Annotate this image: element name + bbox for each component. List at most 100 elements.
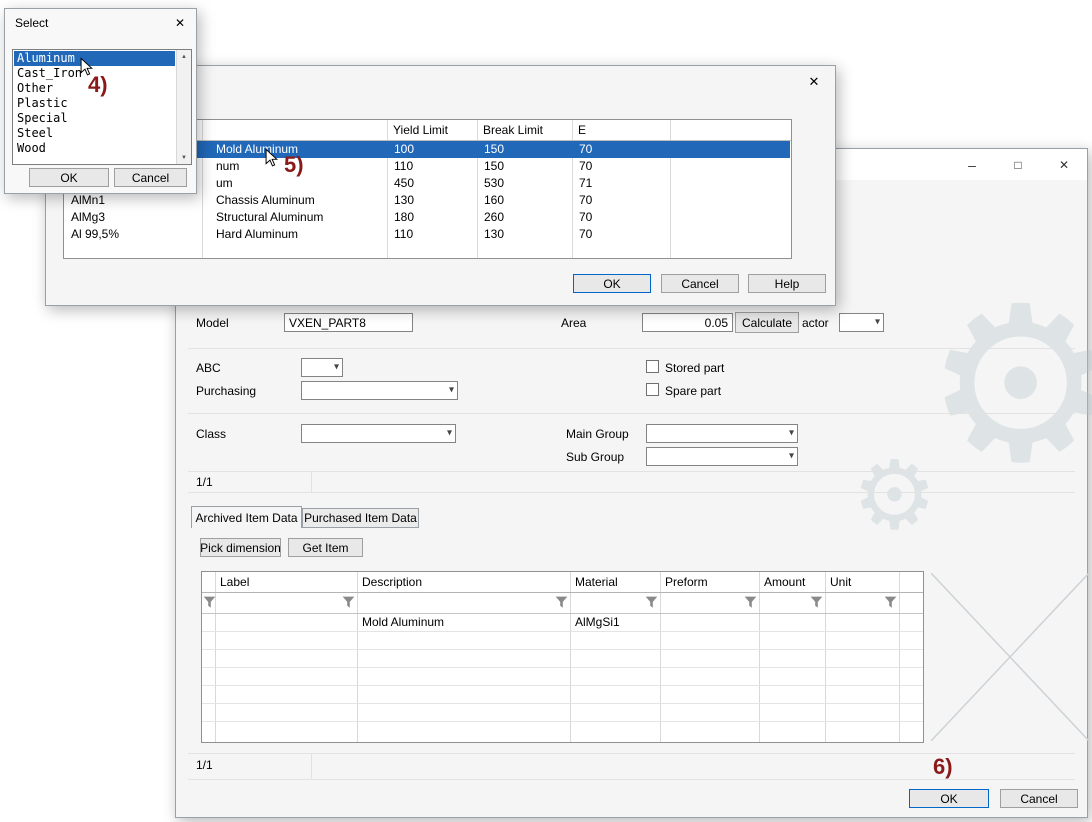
tab-label: Purchased Item Data	[304, 511, 417, 525]
step-5-annotation: 5)	[284, 152, 304, 178]
stored-part-checkbox[interactable]	[646, 360, 659, 373]
chevron-down-icon: ▾	[334, 362, 339, 372]
cell-description: Chassis Aluminum	[216, 193, 315, 207]
cell-description: Hard Aluminum	[216, 227, 298, 241]
filter-icon[interactable]	[884, 596, 897, 609]
filter-icon[interactable]	[645, 596, 658, 609]
close-button[interactable]: ✕	[1041, 149, 1087, 180]
abc-combobox[interactable]: ▾	[301, 358, 343, 377]
filter-icon[interactable]	[744, 596, 757, 609]
tab-purchased-item-data[interactable]: Purchased Item Data	[302, 508, 419, 528]
filter-icon[interactable]	[342, 596, 355, 609]
grid-cell-description: Mold Aluminum	[362, 615, 444, 629]
gear-watermark-small-icon: ⚙	[852, 449, 937, 544]
list-item[interactable]: Plastic	[14, 96, 175, 111]
main-group-combobox[interactable]: ▾	[646, 424, 798, 443]
select-dialog: Select ✕ Aluminum Cast_Iron Other Plasti…	[4, 8, 197, 194]
grid-header-label[interactable]: Label	[220, 575, 249, 589]
cell-e: 71	[579, 176, 592, 190]
filter-icon[interactable]	[555, 596, 568, 609]
factor-combobox[interactable]: ▾	[839, 313, 884, 332]
cell-break: 130	[484, 227, 504, 241]
material-cancel-button[interactable]: Cancel	[661, 274, 739, 293]
list-item[interactable]: Wood	[14, 141, 175, 156]
cell-yield: 450	[394, 176, 414, 190]
filter-icon[interactable]	[810, 596, 823, 609]
spare-part-checkbox[interactable]	[646, 383, 659, 396]
filter-icon[interactable]	[203, 596, 216, 609]
grid-line	[202, 703, 923, 704]
maximize-icon: □	[1014, 158, 1021, 172]
grid-header-material[interactable]: Material	[575, 575, 618, 589]
grid-header-unit[interactable]: Unit	[830, 575, 851, 589]
cell-yield: 100	[394, 142, 414, 156]
header-e[interactable]: E	[578, 123, 586, 137]
calculate-button[interactable]: Calculate	[735, 312, 799, 333]
pick-dimension-button[interactable]: Pick dimension	[200, 538, 281, 557]
list-item[interactable]: Special	[14, 111, 175, 126]
grid-cell-material: AlMgSi1	[575, 615, 620, 629]
cell-code: AlMg3	[71, 210, 105, 224]
material-row[interactable]: AlMn1 Chassis Aluminum 130 160 70	[65, 192, 790, 209]
grid-row[interactable]: Mold Aluminum AlMgSi1	[202, 613, 923, 631]
class-label: Class	[196, 427, 226, 441]
factor-label: actor	[802, 316, 829, 330]
grid-header-preform[interactable]: Preform	[665, 575, 708, 589]
minimize-button[interactable]: –	[949, 149, 995, 180]
get-item-button[interactable]: Get Item	[288, 538, 363, 557]
chevron-down-icon: ▾	[789, 451, 794, 461]
grid-line	[202, 721, 923, 722]
page-indicator-bottom: 1/1	[196, 758, 213, 772]
select-ok-button[interactable]: OK	[29, 168, 109, 187]
model-label: Model	[196, 316, 229, 330]
gear-watermark-icon: ⚙	[924, 277, 1092, 492]
model-input[interactable]	[284, 313, 413, 332]
sub-group-label: Sub Group	[566, 450, 624, 464]
class-combobox[interactable]: ▾	[301, 424, 456, 443]
separator	[188, 348, 1075, 349]
listbox-scrollbar[interactable]: ▲ ▼	[176, 50, 191, 164]
sub-group-combobox[interactable]: ▾	[646, 447, 798, 466]
material-ok-button[interactable]: OK	[573, 274, 651, 293]
close-icon: ✕	[1059, 158, 1069, 172]
tab-label: Archived Item Data	[195, 511, 297, 525]
stored-part-label: Stored part	[665, 361, 724, 375]
tab-archived-item-data[interactable]: Archived Item Data	[191, 506, 302, 528]
cell-break: 530	[484, 176, 504, 190]
grid-line	[202, 667, 923, 668]
grid-line	[202, 685, 923, 686]
grid-header-description[interactable]: Description	[362, 575, 422, 589]
scroll-up-icon[interactable]: ▲	[177, 50, 191, 63]
select-cancel-button[interactable]: Cancel	[114, 168, 187, 187]
material-row[interactable]: AlMg3 Structural Aluminum 180 260 70	[65, 209, 790, 226]
header-yield-limit[interactable]: Yield Limit	[393, 123, 448, 137]
area-input[interactable]	[642, 313, 733, 332]
cell-e: 70	[579, 210, 592, 224]
material-row[interactable]: Al 99,5% Hard Aluminum 110 130 70	[65, 226, 790, 243]
maximize-button[interactable]: □	[995, 149, 1041, 180]
separator	[311, 753, 312, 779]
scroll-down-icon[interactable]: ▼	[177, 151, 191, 164]
minimize-icon: –	[968, 157, 976, 173]
select-dialog-title: Select	[15, 16, 48, 30]
cell-e: 70	[579, 193, 592, 207]
separator	[188, 471, 1075, 472]
list-item[interactable]: Steel	[14, 126, 175, 141]
cell-break: 150	[484, 159, 504, 173]
close-icon: ✕	[175, 16, 185, 30]
ok-button[interactable]: OK	[909, 789, 989, 808]
close-icon: ✕	[809, 74, 820, 90]
purchasing-combobox[interactable]: ▾	[301, 381, 458, 400]
header-break-limit[interactable]: Break Limit	[483, 123, 543, 137]
material-dialog-close-button[interactable]: ✕	[805, 73, 823, 91]
cancel-button[interactable]: Cancel	[1000, 789, 1078, 808]
select-dialog-close-button[interactable]: ✕	[172, 15, 188, 31]
list-item[interactable]: Aluminum	[14, 51, 175, 66]
grid-line	[202, 649, 923, 650]
item-grid: Label Description Material Preform Amoun…	[201, 571, 924, 743]
step-6-annotation: 6)	[933, 754, 953, 780]
grid-header-amount[interactable]: Amount	[764, 575, 805, 589]
material-help-button[interactable]: Help	[748, 274, 826, 293]
main-group-label: Main Group	[566, 427, 629, 441]
grid-line	[570, 572, 571, 742]
